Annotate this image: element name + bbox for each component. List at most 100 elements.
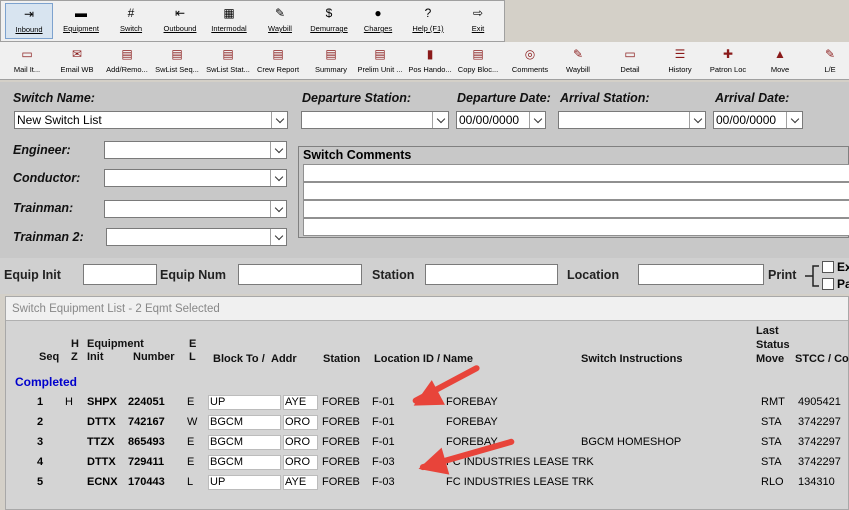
chevron-down-icon[interactable] [270, 142, 286, 158]
departure-date-field[interactable]: 00/00/0000 [456, 111, 546, 129]
chevron-down-icon[interactable] [529, 112, 545, 128]
station-input[interactable] [425, 264, 558, 285]
toolbar2-button-swlist-stat-[interactable]: ▤ SwList Stat... [203, 44, 253, 78]
toolbar2-button-label: L/E [824, 65, 836, 74]
seq-cell: 4 [37, 456, 44, 468]
toolbar2-button-detail[interactable]: ▭ Detail [605, 44, 655, 78]
toolbar-button-exit[interactable]: ⇨ Exit [457, 3, 499, 39]
prelim-unit-icon: ▤ [374, 47, 386, 61]
toolbar-button-equipment[interactable]: ▬ Equipment [58, 3, 104, 39]
comment-line[interactable] [303, 164, 849, 182]
col-block-to: Block To / [213, 353, 265, 365]
copy-block-icon: ▤ [472, 47, 484, 61]
location-input[interactable] [638, 264, 764, 285]
toolbar2-button-pos-hando-[interactable]: ▮ Pos Hando... [405, 44, 455, 78]
toolbar-button-demurrage[interactable]: $ Demurrage [306, 3, 352, 39]
location-id-cell: F-01 [372, 416, 395, 428]
chevron-down-icon[interactable] [689, 112, 705, 128]
toolbar-button-waybill[interactable]: ✎ Waybill [259, 3, 301, 39]
print-option-checkbox-2[interactable] [822, 278, 834, 290]
toolbar2-button-prelim-unit-[interactable]: ▤ Prelim Unit ... [355, 44, 405, 78]
departure-station-combo[interactable] [301, 111, 449, 129]
arrival-station-combo[interactable] [558, 111, 706, 129]
crew-report-icon: ▤ [272, 47, 284, 61]
location-id-cell: F-03 [372, 456, 395, 468]
trainman2-label: Trainman 2: [13, 230, 84, 244]
comment-line[interactable] [303, 200, 849, 218]
email-icon: ✉ [71, 47, 83, 61]
block-to-input[interactable]: BGCM [208, 455, 281, 470]
toolbar2-button-add-remo-[interactable]: ▤ Add/Remo... [102, 44, 152, 78]
toolbar2-button-summary[interactable]: ▤ Summary [306, 44, 356, 78]
toolbar2-button-label: Summary [314, 65, 348, 74]
block-to-input[interactable]: BGCM [208, 435, 281, 450]
toolbar2-button-move[interactable]: ▲ Move [755, 44, 805, 78]
toolbar2-button-label: Detail [620, 65, 640, 74]
comment-line[interactable] [303, 182, 849, 200]
block-to-input[interactable]: UP [208, 475, 281, 490]
toolbar2-button-label: Mail It... [13, 65, 41, 74]
seq-cell: 1 [37, 396, 44, 408]
toolbar2-button-swlist-seq-[interactable]: ▤ SwList Seq... [152, 44, 202, 78]
toolbar-button-help-f1-[interactable]: ? Help (F1) [406, 3, 450, 39]
toolbar-button-outbound[interactable]: ⇤ Outbound [158, 3, 202, 39]
toolbar-button-charges[interactable]: ● Charges [356, 3, 400, 39]
addr-input[interactable]: ORO [283, 435, 318, 450]
toolbar2-button-l-e[interactable]: ✎ L/E [805, 44, 849, 78]
trainman-combo[interactable] [104, 200, 287, 218]
chevron-down-icon[interactable] [270, 229, 286, 245]
toolbar2-button-crew-report[interactable]: ▤ Crew Report [253, 44, 303, 78]
block-to-input[interactable]: UP [208, 395, 281, 410]
equip-init-input[interactable] [83, 264, 157, 285]
toolbar2-button-mail-it-[interactable]: ▭ Mail It... [2, 44, 52, 78]
chevron-down-icon[interactable] [271, 112, 287, 128]
chevron-down-icon[interactable] [270, 201, 286, 217]
init-cell: DTTX [87, 416, 116, 428]
arrival-station-label: Arrival Station: [560, 91, 650, 105]
toolbar-button-label: Outbound [163, 24, 197, 33]
toolbar2-button-patron-loc[interactable]: ✚ Patron Loc [703, 44, 753, 78]
toolbar2-button-email-wb[interactable]: ✉ Email WB [52, 44, 102, 78]
chevron-down-icon[interactable] [432, 112, 448, 128]
col-switch-instructions: Switch Instructions [581, 353, 683, 365]
block-to-input[interactable]: BGCM [208, 415, 281, 430]
engineer-combo[interactable] [104, 141, 287, 159]
switch-name-combo[interactable]: New Switch List [14, 111, 288, 129]
last-move-cell: RMT [761, 396, 785, 408]
equip-init-label: Equip Init [4, 268, 61, 282]
toolbar2-button-comments[interactable]: ◎ Comments [505, 44, 555, 78]
toolbar-button-switch[interactable]: # Switch [113, 3, 149, 39]
table-row[interactable]: 3 TTZX 865493 E BGCM ORO FOREB F-01 FOREBAY BGCM … [6, 434, 849, 452]
equip-num-input[interactable] [238, 264, 362, 285]
group-completed[interactable]: Completed [15, 375, 77, 389]
intermodal-icon: ▦ [223, 6, 235, 20]
toolbar2-button-copy-bloc-[interactable]: ▤ Copy Bloc... [453, 44, 503, 78]
col-number: Number [133, 351, 175, 363]
toolbar-button-intermodal[interactable]: ▦ Intermodal [206, 3, 252, 39]
toolbar2-button-waybill[interactable]: ✎ Waybill [553, 44, 603, 78]
chevron-down-icon[interactable] [270, 170, 286, 186]
switch-comments-label: Switch Comments [303, 148, 412, 162]
chevron-down-icon[interactable] [786, 112, 802, 128]
addr-input[interactable]: ORO [283, 455, 318, 470]
addr-input[interactable]: AYE [283, 395, 318, 410]
toolbar-button-label: Waybill [268, 24, 292, 33]
station-cell: FOREB [322, 396, 360, 408]
addr-input[interactable]: AYE [283, 475, 318, 490]
toolbar2-button-label: Patron Loc [709, 65, 747, 74]
stcc-cell: 3742297 [798, 456, 841, 468]
conductor-combo[interactable] [104, 169, 287, 187]
toolbar-button-label: Inbound [15, 25, 43, 34]
comment-line[interactable] [303, 218, 849, 236]
toolbar-button-inbound[interactable]: ⇥ Inbound [5, 3, 53, 39]
arrival-date-field[interactable]: 00/00/0000 [713, 111, 803, 129]
trainman2-combo[interactable] [106, 228, 287, 246]
print-option-checkbox-1[interactable] [822, 261, 834, 273]
col-last: Last [756, 325, 779, 337]
mail-icon: ▭ [21, 47, 33, 61]
toolbar2-button-history[interactable]: ☰ History [655, 44, 705, 78]
table-row[interactable]: 2 DTTX 742167 W BGCM ORO FOREB F-01 FOREBAY STA 37… [6, 414, 849, 432]
col-z: Z [71, 351, 78, 363]
hz-cell: H [65, 396, 73, 408]
addr-input[interactable]: ORO [283, 415, 318, 430]
